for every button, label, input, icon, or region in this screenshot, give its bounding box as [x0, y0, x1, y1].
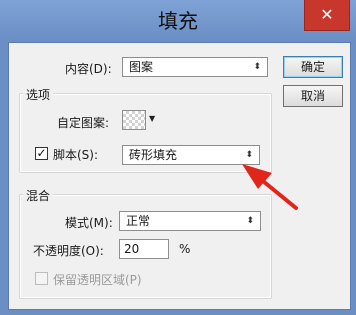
- dialog-body: 内容(D): 图案 ⬍ 确定 取消 选项 自定图案: ▼ ✓ 脚本(S): 砖形…: [8, 42, 351, 310]
- mode-select-value: 正常: [126, 214, 151, 228]
- preserve-transparency-checkbox[interactable]: [35, 272, 48, 285]
- content-select[interactable]: 图案 ⬍: [122, 57, 268, 77]
- updown-arrows-icon: ⬍: [253, 62, 261, 72]
- cancel-button[interactable]: 取消: [283, 85, 343, 107]
- opacity-unit: %: [179, 242, 191, 256]
- preserve-transparency-label: 保留透明区域(P): [53, 273, 142, 287]
- content-label: 内容(D):: [65, 62, 112, 76]
- dialog-frame: 填充 ✕ 内容(D): 图案 ⬍ 确定 取消 选项 自定图案: ▼ ✓ 脚本(S…: [0, 0, 356, 315]
- opacity-label: 不透明度(O):: [33, 244, 104, 258]
- mode-label: 模式(M):: [65, 216, 113, 230]
- script-select[interactable]: 砖形填充 ⬍: [122, 145, 260, 165]
- ok-button[interactable]: 确定: [283, 56, 343, 78]
- pattern-dropdown-icon[interactable]: ▼: [149, 114, 155, 123]
- dialog-title: 填充: [158, 9, 198, 33]
- opacity-input[interactable]: 20: [119, 239, 169, 259]
- checkmark-icon: ✓: [36, 146, 47, 160]
- close-button[interactable]: ✕: [304, 0, 350, 31]
- updown-arrows-icon: ⬍: [246, 216, 254, 226]
- pattern-swatch[interactable]: [122, 110, 146, 130]
- close-icon: ✕: [320, 5, 334, 24]
- script-select-value: 砖形填充: [129, 148, 178, 162]
- content-select-value: 图案: [129, 60, 154, 74]
- script-label: 脚本(S):: [53, 148, 99, 162]
- script-checkbox[interactable]: ✓: [35, 147, 48, 160]
- mode-select[interactable]: 正常 ⬍: [119, 211, 261, 231]
- updown-arrows-icon: ⬍: [245, 150, 253, 160]
- blending-group-title: 混合: [23, 187, 54, 204]
- custom-pattern-label: 自定图案:: [57, 116, 110, 130]
- options-group-title: 选项: [23, 86, 54, 103]
